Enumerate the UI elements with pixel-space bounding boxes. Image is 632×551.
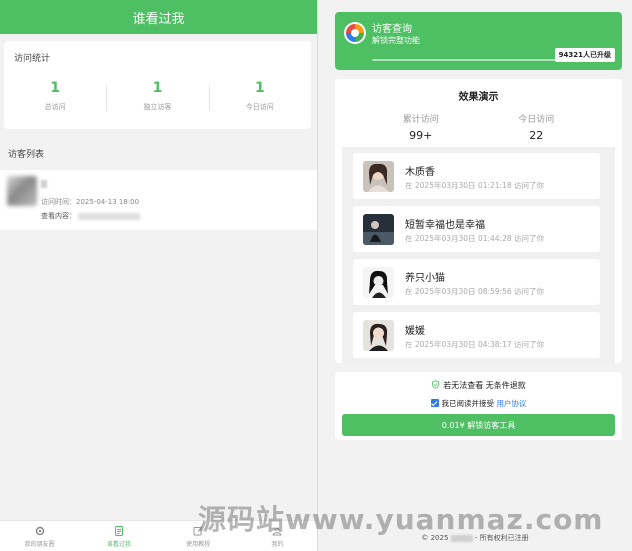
unlock-card: 若无法查看 无条件退款 我已阅读并接受 用户协议 0.01¥ 解锁访客工具: [335, 372, 622, 440]
unlock-button[interactable]: 0.01¥ 解锁访客工具: [342, 414, 615, 436]
stats-card: 访问统计 1 总访问 1 独立访客 1 今日访问: [4, 41, 311, 129]
feed-message: 在 2025年03月30日 04:38:17 访问了你: [405, 340, 545, 349]
stat-today: 1 今日访问: [208, 79, 311, 119]
left-header: 谁看过我: [0, 0, 317, 34]
portrait-avatar-2: [363, 214, 394, 245]
portrait-avatar-1: [363, 161, 394, 192]
feed-name: 短暂幸福也是幸福: [405, 220, 485, 231]
demo-title: 效果演示: [458, 92, 499, 103]
bottom-nav: 我的朋友圈 谁看过我 使用教程 我的: [0, 520, 317, 551]
demo-stat-value: 99+: [409, 129, 433, 142]
agreement-checkbox[interactable]: [430, 399, 439, 407]
feed-item: 媛媛 在 2025年03月30日 04:38:17 访问了你: [353, 312, 600, 358]
stat-label: 独立访客: [143, 103, 172, 111]
nav-label: 使用教程: [186, 540, 211, 548]
user-agreement-link[interactable]: 用户协议: [496, 399, 526, 408]
feed-message: 在 2025年03月30日 01:21:18 访问了你: [405, 181, 545, 190]
guarantee-text: 若无法查看 无条件退款: [443, 381, 526, 390]
demo-visitor-feed[interactable]: 木质香 在 2025年03月30日 01:21:18 访问了你 短暂幸福也是幸福…: [342, 147, 615, 363]
stat-value: 1: [152, 80, 163, 96]
hero-progress-bar: [372, 59, 572, 61]
feed-item: 短暂幸福也是幸福 在 2025年03月30日 01:44:28 访问了你: [353, 206, 600, 252]
stats-title: 访问统计: [14, 54, 51, 64]
feed-name: 养只小猫: [405, 273, 445, 284]
feed-item: 木质香 在 2025年03月30日 01:21:18 访问了你: [353, 153, 600, 199]
document-icon: [114, 525, 123, 536]
footer-copyright: © 2025: [421, 534, 449, 542]
page-title: 谁看过我: [132, 11, 185, 27]
visit-time: 访问时间：2025-04-13 18:00: [41, 198, 140, 206]
portrait-avatar-4: [363, 320, 394, 351]
demo-stat-label: 今日访问: [518, 115, 555, 125]
nav-item-tutorial[interactable]: 使用教程: [159, 521, 238, 551]
upgrade-count-badge: 94321人已升级: [554, 48, 615, 62]
hero-card: 访客查询 解锁完整功能 94321人已升级: [335, 12, 622, 70]
agreement-text: 我已阅读并接受: [441, 399, 495, 408]
stat-unique: 1 独立访客: [106, 79, 208, 119]
stat-total: 1 总访问: [4, 79, 106, 119]
user-icon: [272, 527, 282, 535]
viewed-content-blurred: [78, 212, 140, 220]
footer: © 2025 - 所有权利已注册: [318, 533, 632, 543]
hero-title: 访客查询: [372, 24, 412, 35]
feed-name: 木质香: [405, 167, 435, 178]
hero-subtitle: 解锁完整功能: [372, 36, 420, 45]
nav-item-who-viewed[interactable]: 谁看过我: [79, 521, 158, 551]
nav-label: 谁看过我: [106, 540, 131, 548]
stat-value: 1: [254, 80, 265, 96]
demo-stat-value: 22: [529, 129, 544, 142]
visitor-list-title: 访客列表: [8, 150, 45, 160]
visitor-avatar: [7, 176, 37, 206]
demo-stat-label: 累计访问: [402, 115, 439, 125]
portrait-avatar-3: [363, 267, 394, 298]
demo-stats: 累计访问 99+ 今日访问 22: [363, 112, 594, 142]
right-panel: 访客查询 解锁完整功能 94321人已升级 效果演示 累计访问 99+ 今日访问…: [317, 0, 632, 551]
left-panel: 谁看过我 访问统计 1 总访问 1 独立访客 1 今日访问 访客列表 访问时间：…: [0, 0, 317, 551]
feed-item: 养只小猫 在 2025年03月30日 08:59:56 访问了你: [353, 259, 600, 305]
footer-rights: - 所有权利已注册: [474, 534, 529, 542]
stats-row: 1 总访问 1 独立访客 1 今日访问: [4, 79, 311, 119]
demo-stat-total: 累计访问 99+: [363, 112, 479, 142]
feed-message: 在 2025年03月30日 08:59:56 访问了你: [405, 287, 545, 296]
viewed-content: 查看内容：: [41, 211, 140, 221]
nav-item-moments[interactable]: 我的朋友圈: [0, 521, 79, 551]
viewed-content-label: 查看内容：: [41, 212, 76, 220]
app-logo-icon: [344, 22, 366, 44]
edit-icon: [193, 526, 203, 535]
stat-label: 总访问: [44, 103, 66, 111]
gear-icon: [35, 526, 44, 535]
shield-check-icon: [432, 380, 440, 389]
nav-label: 我的朋友圈: [24, 540, 55, 548]
demo-card: 效果演示 累计访问 99+ 今日访问 22 木质香 在 2025年03月30日: [335, 79, 622, 363]
agreement-row: 我已阅读并接受 用户协议: [335, 398, 622, 409]
nav-label: 我的: [271, 540, 284, 548]
stat-label: 今日访问: [245, 103, 274, 111]
visitor-list-item[interactable]: 访问时间：2025-04-13 18:00 查看内容：: [0, 170, 317, 230]
feed-name: 媛媛: [405, 326, 425, 337]
demo-stat-today: 今日访问 22: [479, 112, 595, 142]
refund-guarantee: 若无法查看 无条件退款: [335, 380, 622, 391]
visitor-name-blurred: [41, 180, 47, 188]
nav-item-mine[interactable]: 我的: [238, 521, 317, 551]
feed-message: 在 2025年03月30日 01:44:28 访问了你: [405, 234, 545, 243]
stat-value: 1: [50, 80, 61, 96]
footer-site-blurred: [450, 534, 473, 542]
